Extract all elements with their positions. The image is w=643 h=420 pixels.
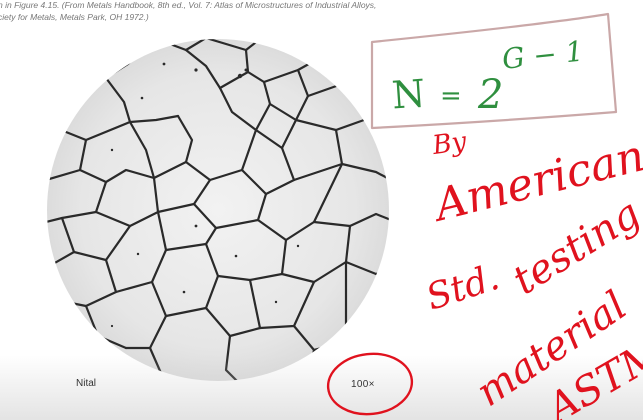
note-std: Std. — [421, 257, 504, 319]
etchant-label: Nital — [76, 378, 97, 389]
formula-base: 2 — [477, 72, 503, 118]
caption-line-2: ciety for Metals, Metals Park, OH 1972.) — [0, 12, 149, 22]
micrograph-image — [47, 39, 389, 381]
formula-box — [370, 12, 618, 130]
note-by: By — [430, 127, 469, 162]
formula-equals: = — [440, 81, 462, 111]
note-astm: ASTM — [537, 330, 643, 420]
note-testing: testing — [505, 191, 643, 304]
slide-page: n in Figure 4.15. (From Metals Handbook,… — [0, 0, 643, 420]
figure-caption: n in Figure 4.15. (From Metals Handbook,… — [0, 0, 376, 23]
note-material: material — [468, 283, 635, 416]
formula-exponent: G − 1 — [500, 35, 584, 76]
formula-lhs: N — [390, 71, 426, 117]
magnification-label: 100× — [351, 379, 375, 390]
note-american: American — [426, 130, 643, 232]
caption-line-1: n in Figure 4.15. (From Metals Handbook,… — [0, 0, 377, 10]
